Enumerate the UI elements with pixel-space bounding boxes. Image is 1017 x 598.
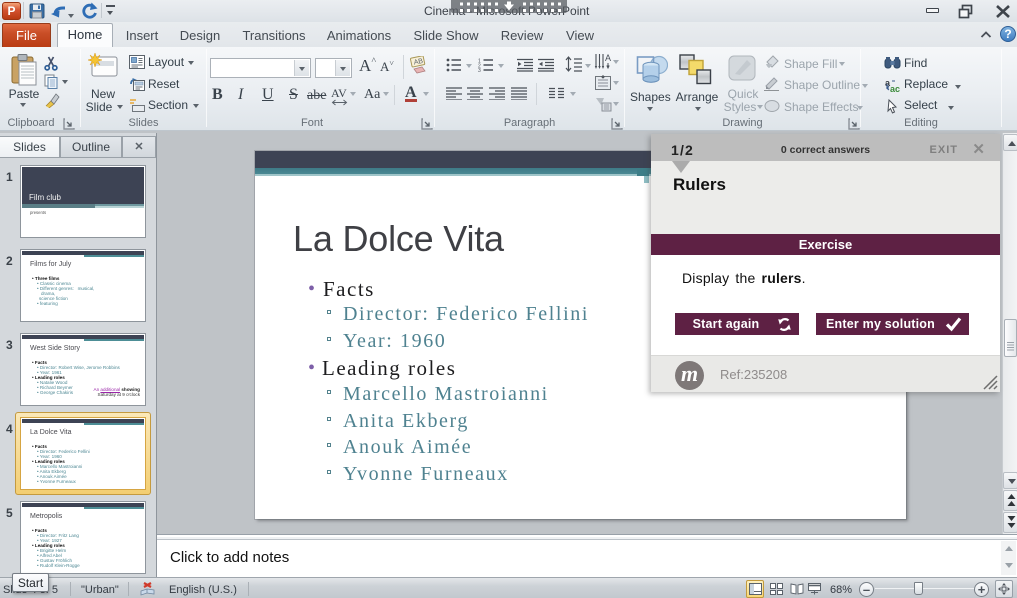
svg-text:ac: ac [890, 84, 900, 93]
svg-text:3: 3 [478, 68, 481, 72]
svg-text:A: A [605, 53, 611, 63]
